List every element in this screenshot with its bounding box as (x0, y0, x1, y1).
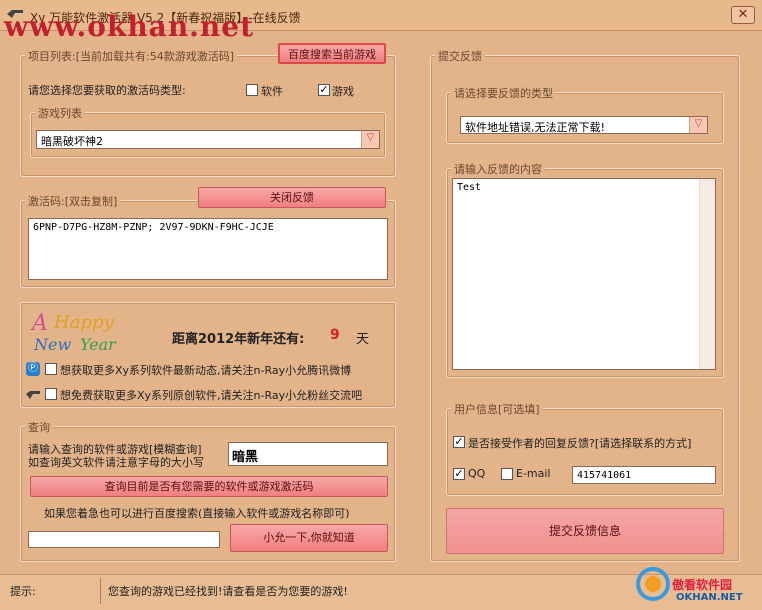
svg-text:New: New (33, 335, 71, 354)
game-select[interactable]: 暗黑破坏神2 ▽ (36, 130, 380, 149)
submit-feedback-button[interactable]: 提交反馈信息 (446, 508, 724, 554)
svg-text:Year: Year (80, 335, 117, 354)
feedback-content-legend: 请输入反馈的内容 (451, 161, 545, 177)
status-label: 提示: (10, 585, 36, 598)
feedback-legend: 提交反馈 (435, 48, 485, 64)
close-feedback-button[interactable]: 关闭反馈 (198, 187, 386, 208)
game-checkbox[interactable]: ✓ (318, 84, 330, 96)
software-checkbox[interactable] (246, 84, 258, 96)
svg-text:A: A (30, 311, 48, 336)
close-button[interactable]: ✕ (731, 6, 755, 24)
countdown-unit: 天 (356, 332, 370, 347)
check-activation-button[interactable]: 查询目前是否有您需要的软件或游戏激活码 (30, 476, 388, 497)
email-label: E-mail (516, 467, 551, 480)
feedback-type-select[interactable]: 软件地址错误,无法正常下载! ▽ (460, 116, 708, 134)
user-info-legend: 用户信息[可选填] (451, 401, 543, 417)
gun-icon (26, 390, 40, 400)
accept-reply-checkbox[interactable]: ✓ (453, 436, 465, 448)
feedback-content-textarea[interactable]: Test (452, 178, 716, 370)
query-input[interactable]: 暗黑 (228, 442, 388, 466)
happy-new-year-logo: A Happy New Year (28, 308, 158, 354)
countdown-days: 9 (330, 327, 340, 343)
feedback-type-legend: 请选择要反馈的类型 (451, 85, 556, 101)
qq-checkbox[interactable]: ✓ (453, 468, 465, 480)
fan-club-text: 想免费获取更多Xy系列原创软件,请关注n-Ray小允粉丝交流吧 (60, 389, 363, 402)
svg-text:Happy: Happy (53, 312, 114, 333)
okhan-logo-icon (636, 566, 670, 602)
baidu-hint: 如果您着急也可以进行百度搜索(直接输入软件或游戏名称即可) (44, 507, 350, 520)
query-legend: 查询 (25, 419, 53, 435)
countdown-label: 距离2012年新年还有: (172, 332, 305, 347)
watermark-text: www.okhan.net (4, 10, 255, 43)
project-list-legend: 项目列表:[当前加载共有:54款游戏激活码] (25, 48, 237, 64)
weibo-icon[interactable]: Ⓟ (26, 362, 40, 376)
feedback-type-value: 软件地址错误,无法正常下载! (465, 121, 605, 134)
fan-club-checkbox[interactable] (45, 388, 57, 400)
software-label: 软件 (261, 85, 283, 98)
activation-legend: 激活码:[双击复制] (25, 193, 121, 209)
chevron-down-icon[interactable]: ▽ (361, 131, 379, 148)
baidu-search-input[interactable] (28, 531, 220, 548)
email-checkbox[interactable] (501, 468, 513, 480)
game-label: 游戏 (332, 85, 354, 98)
query-prompt-line2: 如查询英文软件请注意字母的大小写 (28, 456, 204, 469)
weibo-checkbox[interactable] (45, 363, 57, 375)
brand-url: OKHAN.NET (676, 592, 743, 603)
game-select-value: 暗黑破坏神2 (41, 135, 103, 148)
feedback-content-text: Test (457, 182, 482, 193)
weibo-follow-text: 想获取更多Xy系列软件最新动态,请关注n-Ray小允腾讯微博 (60, 364, 352, 377)
activation-code-field[interactable]: 6PNP-D7PG-HZ8M-PZNP; 2V97-9DKN-F9HC-JCJE (28, 218, 388, 280)
type-prompt: 请您选择您要获取的激活码类型: (28, 84, 186, 97)
chevron-down-icon[interactable]: ▽ (689, 117, 707, 133)
baidu-search-button[interactable]: 小允一下,你就知道 (230, 524, 388, 552)
brand-text: 傲看软件园 (672, 578, 733, 592)
status-divider (100, 578, 101, 604)
qq-label: QQ (468, 467, 486, 480)
contact-input[interactable]: 415741061 (572, 466, 716, 484)
scrollbar[interactable] (699, 179, 715, 369)
status-message: 您查询的游戏已经找到!请查看是否为您要的游戏! (108, 585, 348, 598)
baidu-search-game-button[interactable]: 百度搜索当前游戏 (278, 43, 386, 64)
game-list-legend: 游戏列表 (35, 105, 85, 121)
accept-reply-label: 是否接受作者的回复反馈?[请选择联系的方式] (468, 437, 692, 450)
